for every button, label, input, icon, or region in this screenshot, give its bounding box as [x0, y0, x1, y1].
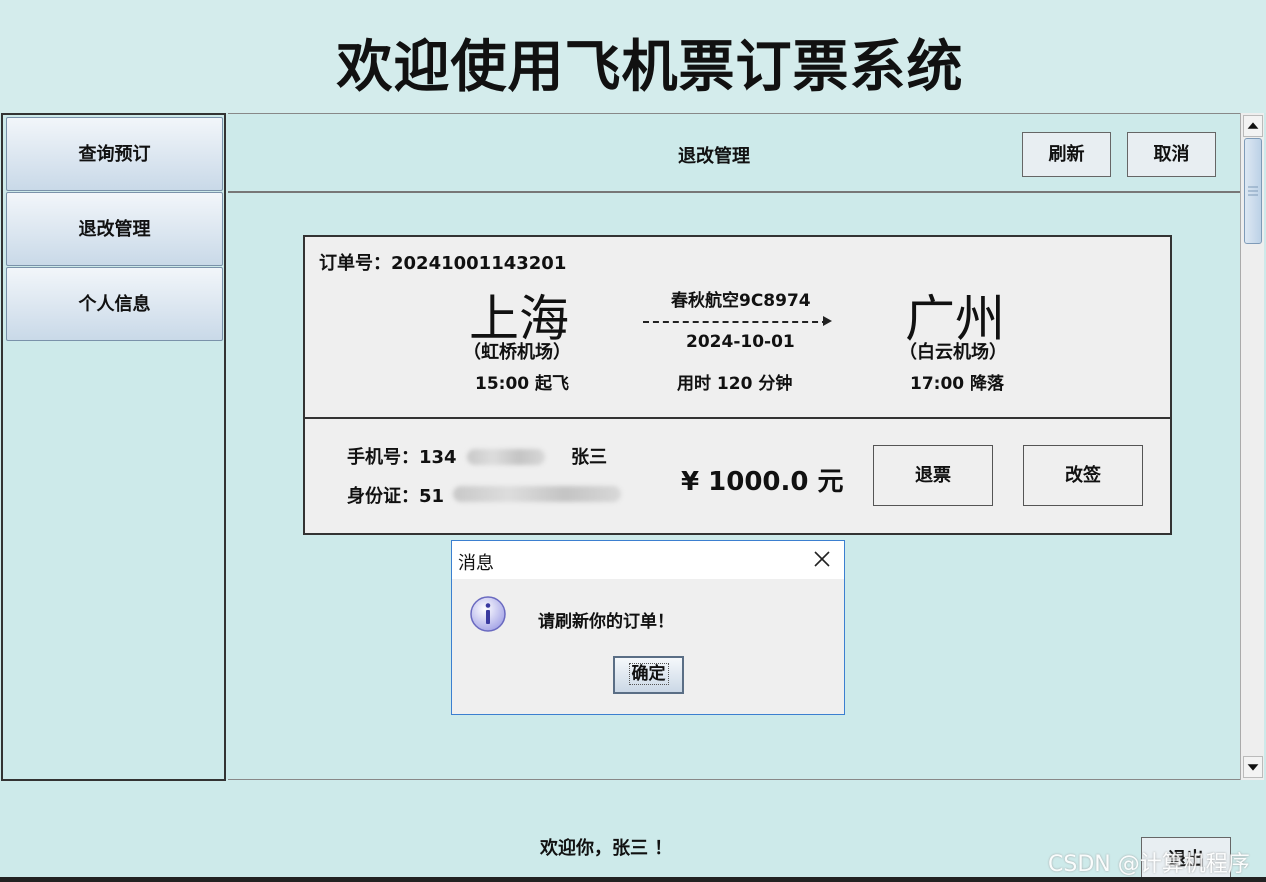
order-number: 订单号：20241001143201 [319, 249, 566, 275]
title-bar: 欢迎使用飞机票订票系统 [0, 0, 1266, 113]
order-number-label: 订单号： [319, 253, 391, 274]
card-divider [305, 417, 1170, 419]
arrow-down-icon [1247, 764, 1259, 771]
dialog-title: 消息 [458, 553, 494, 574]
grip-icon [1248, 186, 1258, 196]
ticket-price: ¥ 1000.0 元 [681, 467, 844, 497]
flight-duration: 用时 120 分钟 [677, 374, 793, 394]
id-value: 51 [419, 486, 445, 507]
phone-redaction [467, 449, 545, 465]
order-number-value: 20241001143201 [391, 253, 567, 274]
refresh-button[interactable]: 刷新 [1022, 132, 1111, 177]
vertical-scrollbar[interactable] [1240, 113, 1264, 780]
close-icon[interactable] [810, 547, 834, 571]
flight-date: 2024-10-01 [686, 332, 795, 352]
flight-number: 春秋航空9C8974 [671, 291, 811, 311]
arrow-right-icon [823, 316, 832, 326]
phone-value: 134 [419, 447, 457, 468]
change-button[interactable]: 改签 [1023, 445, 1143, 506]
passenger-name: 张三 [571, 447, 607, 468]
csdn-watermark: CSDN @计算机程序 [1048, 852, 1250, 877]
welcome-message: 欢迎你，张三 ！ [540, 838, 673, 859]
cancel-button[interactable]: 取消 [1127, 132, 1216, 177]
message-dialog: 消息 请刷新你的订单！ 确定 [451, 540, 845, 715]
phone-label: 手机号： [347, 447, 419, 468]
departure-time: 15:00 起飞 [475, 374, 570, 394]
dialog-title-bar[interactable]: 消息 [452, 541, 844, 579]
footer: 欢迎你，张三 ！ 退出 CSDN @计算机程序 [0, 782, 1266, 882]
bottom-edge [0, 877, 1266, 882]
id-label: 身份证： [347, 486, 419, 507]
id-row: 身份证：51 [347, 482, 444, 508]
sidebar-item-refund-management[interactable]: 退改管理 [6, 192, 223, 266]
order-card: 订单号：20241001143201 上海 （虹桥机场） 15:00 起飞 春秋… [303, 235, 1172, 535]
arrival-airport: （白云机场） [899, 342, 1007, 363]
id-redaction [453, 486, 621, 502]
refund-button[interactable]: 退票 [873, 445, 993, 506]
arrival-time: 17:00 降落 [910, 374, 1005, 394]
arrow-up-icon [1247, 122, 1259, 129]
scroll-down-button[interactable] [1243, 756, 1263, 778]
dialog-message: 请刷新你的订单！ [538, 612, 674, 632]
ok-button[interactable]: 确定 [613, 656, 684, 694]
section-title: 退改管理 [678, 146, 750, 167]
scroll-thumb[interactable] [1244, 138, 1262, 244]
sidebar-item-personal-info[interactable]: 个人信息 [6, 267, 223, 341]
sidebar: 查询预订 退改管理 个人信息 [1, 113, 226, 781]
app-title: 欢迎使用飞机票订票系统 [336, 35, 964, 100]
departure-airport: （虹桥机场） [463, 342, 571, 363]
phone-row: 手机号：134 [347, 443, 457, 469]
route-arrow-line [643, 321, 828, 323]
info-icon [470, 596, 506, 632]
scroll-up-button[interactable] [1243, 115, 1263, 137]
sidebar-item-search-booking[interactable]: 查询预订 [6, 117, 223, 191]
ok-button-label: 确定 [628, 663, 669, 685]
content-header: 退改管理 刷新 取消 [228, 114, 1240, 193]
